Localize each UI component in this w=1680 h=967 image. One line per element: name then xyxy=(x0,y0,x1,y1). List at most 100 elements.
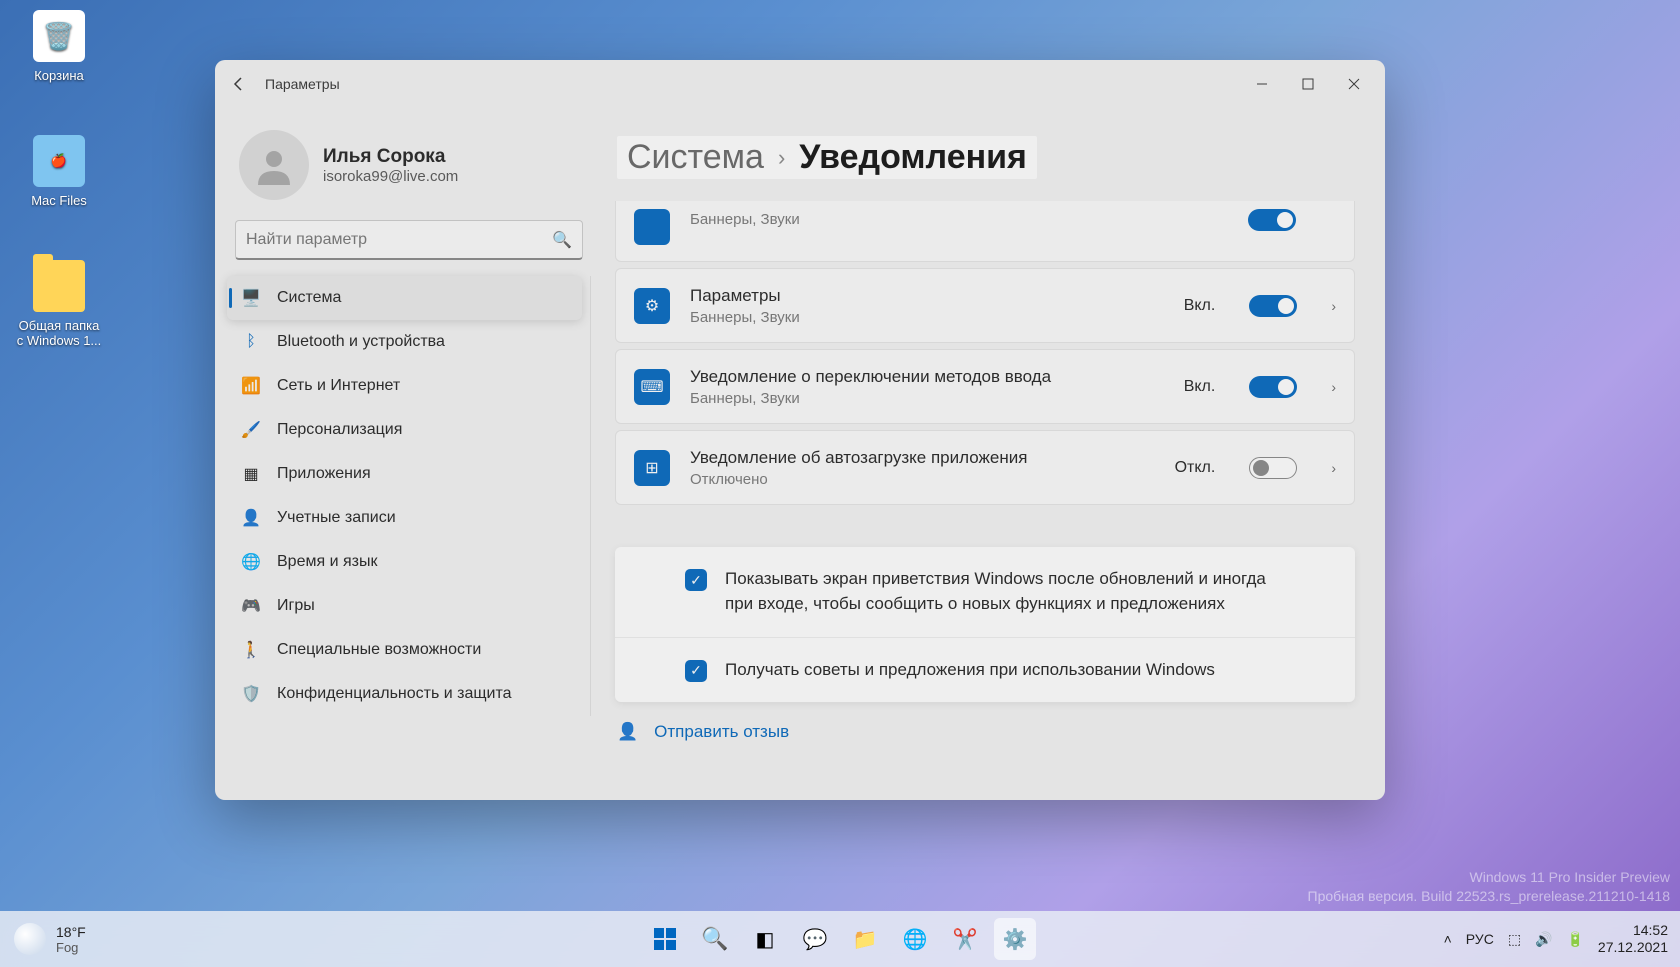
user-icon: 👤 xyxy=(241,508,261,528)
breadcrumb-current: Уведомления xyxy=(799,138,1027,177)
taskbar-chat[interactable]: 💬 xyxy=(794,918,836,960)
taskbar-explorer[interactable]: 📁 xyxy=(844,918,886,960)
bluetooth-icon: ᛒ xyxy=(241,332,261,352)
taskbar-taskview[interactable]: ◧ xyxy=(744,918,786,960)
titlebar: Параметры xyxy=(215,60,1385,108)
accessibility-icon: 🚶 xyxy=(241,640,261,660)
grid-icon: ⊞ xyxy=(634,450,670,486)
sidebar-item-network[interactable]: 📶Сеть и Интернет xyxy=(227,364,582,408)
sidebar-item-label: Время и язык xyxy=(277,553,377,571)
desktop-icon-mac-files[interactable]: 🍎 Mac Files xyxy=(14,135,104,208)
search-input[interactable] xyxy=(246,231,552,249)
sidebar-item-label: Конфиденциальность и защита xyxy=(277,685,512,703)
toggle-switch[interactable] xyxy=(1249,376,1297,398)
sidebar-item-apps[interactable]: ▦ Приложения xyxy=(227,452,582,496)
profile-block[interactable]: Илья Сорока isoroka99@live.com xyxy=(227,120,591,220)
close-button[interactable] xyxy=(1331,68,1377,100)
chevron-right-icon: › xyxy=(1331,379,1336,395)
taskbar-center: 🔍 ◧ 💬 📁 🌐 ✂️ ⚙️ xyxy=(644,918,1036,960)
sidebar-item-accounts[interactable]: 👤Учетные записи xyxy=(227,496,582,540)
notif-card-input-switch[interactable]: ⌨ Уведомление о переключении методов вво… xyxy=(615,349,1355,424)
minimize-button[interactable] xyxy=(1239,68,1285,100)
checkbox-checked[interactable]: ✓ xyxy=(685,569,707,591)
breadcrumb: Система › Уведомления xyxy=(615,118,1355,201)
feedback-link[interactable]: 👤 Отправить отзыв xyxy=(617,722,1355,742)
globe-icon: 🌐 xyxy=(241,552,261,572)
sidebar: Илья Сорока isoroka99@live.com 🔍 🖥️Систе… xyxy=(215,108,595,800)
sidebar-item-label: Персонализация xyxy=(277,421,402,439)
taskbar: 18°F Fog 🔍 ◧ 💬 📁 🌐 ✂️ ⚙️ ˄ РУС ⬚ 🔊 🔋 14:… xyxy=(0,911,1680,967)
recycle-bin-icon: 🗑️ xyxy=(33,10,85,62)
taskbar-edge[interactable]: 🌐 xyxy=(894,918,936,960)
desktop-label: Общая папка с Windows 1... xyxy=(14,318,104,348)
chat-icon: 💬 xyxy=(803,927,828,952)
nav-list: 🖥️Система ᛒ Bluetooth и устройства 📶Сеть … xyxy=(227,276,591,716)
tray-language[interactable]: РУС xyxy=(1466,931,1494,947)
window-title: Параметры xyxy=(265,76,340,92)
notif-card-settings[interactable]: ⚙ Параметры Баннеры, Звуки Вкл. › xyxy=(615,268,1355,343)
checkbox-row-welcome[interactable]: ✓ Показывать экран приветствия Windows п… xyxy=(615,547,1355,637)
sidebar-item-accessibility[interactable]: 🚶Специальные возможности xyxy=(227,628,582,672)
taskview-icon: ◧ xyxy=(756,927,775,952)
windows-watermark: Windows 11 Pro Insider Preview Пробная в… xyxy=(1308,868,1671,907)
card-subtitle: Отключено xyxy=(690,471,1155,488)
tray-cast-icon[interactable]: ⬚ xyxy=(1508,931,1521,948)
toggle-switch[interactable] xyxy=(1249,457,1297,479)
main-content: Система › Уведомления Баннеры, Звуки ⚙ П… xyxy=(595,108,1385,800)
checkbox-row-tips[interactable]: ✓ Получать советы и предложения при испо… xyxy=(615,638,1355,703)
taskbar-search[interactable]: 🔍 xyxy=(694,918,736,960)
search-icon: 🔍 xyxy=(552,230,572,250)
card-title: Уведомление о переключении методов ввода xyxy=(690,366,1164,388)
desktop-icon-recycle-bin[interactable]: 🗑️ Корзина xyxy=(14,10,104,83)
tray-battery-icon[interactable]: 🔋 xyxy=(1566,931,1583,948)
monitor-icon: 🖥️ xyxy=(241,288,261,308)
scissors-icon: ✂️ xyxy=(953,927,978,952)
breadcrumb-root[interactable]: Система xyxy=(627,138,764,177)
toggle-switch[interactable] xyxy=(1249,295,1297,317)
notif-card-startup[interactable]: ⊞ Уведомление об автозагрузке приложения… xyxy=(615,430,1355,505)
sidebar-item-bluetooth[interactable]: ᛒ Bluetooth и устройства xyxy=(227,320,582,364)
edge-icon: 🌐 xyxy=(903,927,928,952)
notif-card-partial[interactable]: Баннеры, Звуки xyxy=(615,201,1355,262)
sidebar-item-label: Приложения xyxy=(277,465,371,483)
desktop-label: Mac Files xyxy=(14,193,104,208)
brush-icon: 🖌️ xyxy=(241,420,261,440)
apps-icon: ▦ xyxy=(241,464,261,484)
toggle-switch[interactable] xyxy=(1248,209,1296,231)
sidebar-item-label: Bluetooth и устройства xyxy=(277,333,445,351)
taskbar-tray: ˄ РУС ⬚ 🔊 🔋 14:52 27.12.2021 xyxy=(1444,922,1668,957)
taskbar-snip[interactable]: ✂️ xyxy=(944,918,986,960)
weather-temp: 18°F xyxy=(56,924,86,940)
checkbox-checked[interactable]: ✓ xyxy=(685,660,707,682)
arrow-left-icon xyxy=(231,76,247,92)
sidebar-item-gaming[interactable]: 🎮Игры xyxy=(227,584,582,628)
desktop-icon-shared-folder[interactable]: Общая папка с Windows 1... xyxy=(14,260,104,348)
card-subtitle: Баннеры, Звуки xyxy=(690,211,1228,228)
profile-email: isoroka99@live.com xyxy=(323,168,458,185)
clock-time: 14:52 xyxy=(1598,922,1668,940)
maximize-button[interactable] xyxy=(1285,68,1331,100)
sidebar-item-personalization[interactable]: 🖌️ Персонализация xyxy=(227,408,582,452)
wifi-icon: 📶 xyxy=(241,376,261,396)
sidebar-item-system[interactable]: 🖥️Система xyxy=(227,276,582,320)
search-box[interactable]: 🔍 xyxy=(235,220,583,260)
gear-icon: ⚙ xyxy=(634,288,670,324)
back-button[interactable] xyxy=(223,68,255,100)
feedback-label: Отправить отзыв xyxy=(654,722,789,742)
folder-icon: 📁 xyxy=(853,927,878,952)
tray-volume-icon[interactable]: 🔊 xyxy=(1535,931,1552,948)
minimize-icon xyxy=(1256,78,1268,90)
feedback-icon: 👤 xyxy=(617,722,638,742)
sidebar-item-time-language[interactable]: 🌐 Время и язык xyxy=(227,540,582,584)
taskbar-weather[interactable]: 18°F Fog xyxy=(14,923,86,955)
gear-icon: ⚙️ xyxy=(1003,927,1028,952)
tray-chevron-up-icon[interactable]: ˄ xyxy=(1444,931,1452,947)
card-state: Вкл. xyxy=(1184,297,1216,315)
taskbar-settings[interactable]: ⚙️ xyxy=(994,918,1036,960)
start-button[interactable] xyxy=(644,918,686,960)
checkbox-section: ✓ Показывать экран приветствия Windows п… xyxy=(615,547,1355,702)
user-icon xyxy=(254,145,294,185)
sidebar-item-privacy[interactable]: 🛡️Конфиденциальность и защита xyxy=(227,672,582,716)
tray-clock[interactable]: 14:52 27.12.2021 xyxy=(1598,922,1668,957)
folder-icon: 🍎 xyxy=(33,135,85,187)
